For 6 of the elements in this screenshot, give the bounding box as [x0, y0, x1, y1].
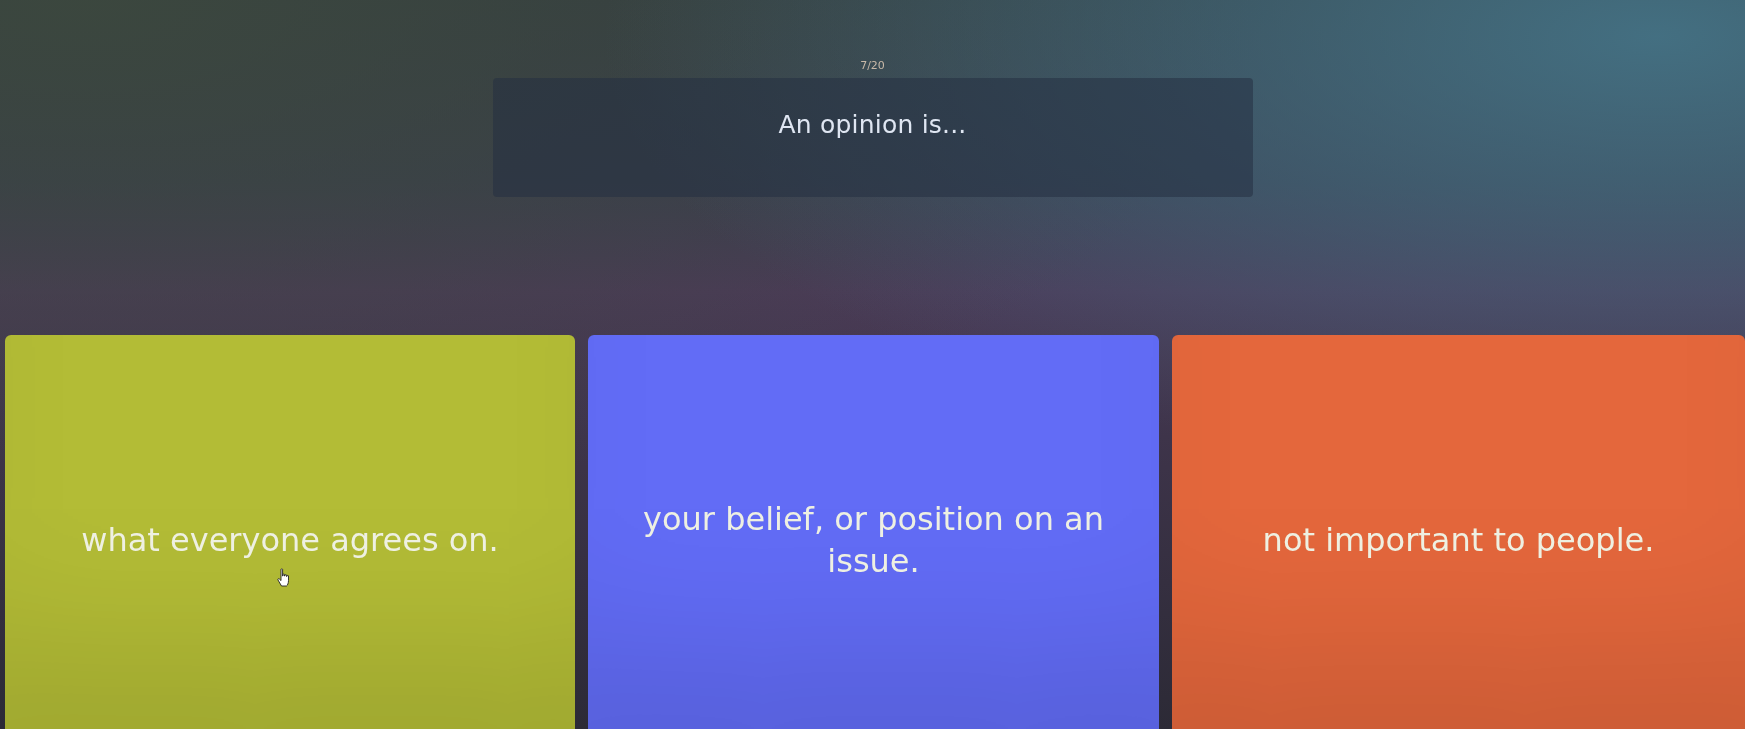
- question-counter: 7/20: [860, 58, 885, 74]
- question-text: An opinion is...: [778, 110, 967, 139]
- answer-card[interactable]: not important to people.: [1172, 335, 1745, 729]
- answer-card[interactable]: what everyone agrees on.: [5, 335, 575, 729]
- hand-pointer-icon: [277, 568, 292, 587]
- answer-card[interactable]: your belief, or position on an issue.: [588, 335, 1159, 729]
